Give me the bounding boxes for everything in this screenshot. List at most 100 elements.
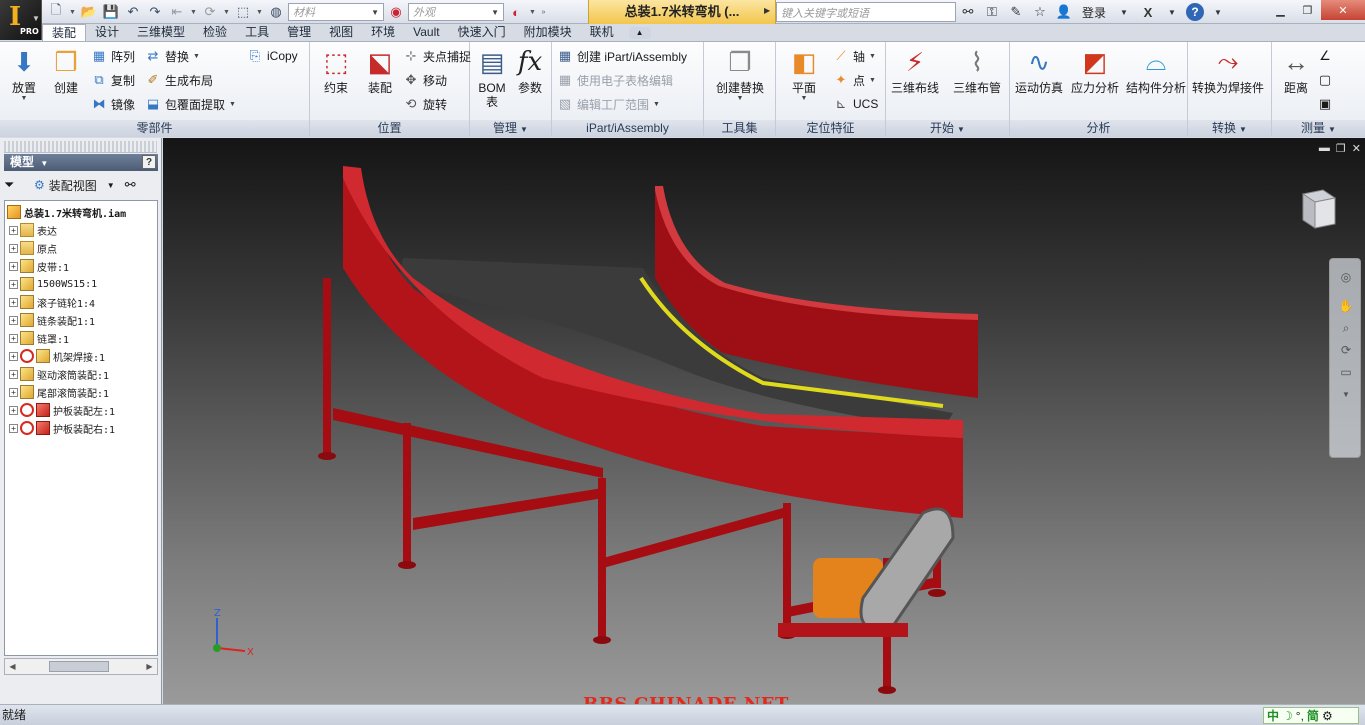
measure-area-button[interactable]: ▣ [1316, 94, 1337, 114]
scrollbar-thumb[interactable] [49, 661, 109, 672]
panel-begin-title[interactable]: 开始 ▼ [886, 120, 1009, 137]
tree-item[interactable]: + 护板装配右:1 [5, 419, 115, 437]
binoculars-icon[interactable]: ⚯ [125, 177, 136, 193]
graphics-window[interactable]: ▬ ❐ ✕ ◎ ✋ ⌕ ⟳ ▭ ▼ Z X [163, 138, 1365, 704]
tree-item[interactable]: + 护板装配左:1 [5, 401, 115, 419]
tree-item[interactable]: + 1500WS15:1 [5, 275, 97, 293]
return-icon[interactable]: ⇤ [167, 2, 187, 22]
chevron-right-icon[interactable]: ▶ [764, 6, 770, 15]
tree-item[interactable]: + 原点 [5, 239, 57, 257]
stress-analysis-button[interactable]: ◩ 应力分析 [1071, 46, 1119, 118]
constrain-button[interactable]: ⬚ 约束 [314, 46, 358, 118]
user-icon[interactable]: 👤 [1054, 2, 1074, 22]
scroll-right-icon[interactable]: ▶ [142, 659, 157, 674]
satellite-icon[interactable]: ✎ [1006, 2, 1026, 22]
expand-icon[interactable]: + [9, 261, 18, 271]
panel-convert-title[interactable]: 转换 ▼ [1188, 120, 1271, 137]
chevron-down-icon[interactable]: ▼ [1330, 383, 1362, 405]
chevron-down-icon[interactable]: ▼ [1114, 2, 1134, 22]
star-icon[interactable]: ☆ [1030, 2, 1050, 22]
copy-button[interactable]: ⧉ 复制 [90, 70, 135, 90]
tree-item[interactable]: + 表达 [5, 221, 57, 239]
panel-work-features-title[interactable]: 定位特征 [776, 120, 885, 137]
tab-online[interactable]: 联机 [581, 24, 623, 41]
viewcube[interactable] [1297, 186, 1337, 232]
make-layout-button[interactable]: ✐ 生成布局 [144, 70, 213, 90]
help-icon[interactable]: ? [142, 155, 156, 169]
panel-measure-title[interactable]: 测量 ▼ [1272, 120, 1365, 137]
clear-appearance-icon[interactable]: ◐ [506, 2, 526, 22]
expand-icon[interactable]: + [9, 405, 18, 415]
save-icon[interactable]: 💾 [101, 2, 121, 22]
ribbon-minimize-toggle[interactable]: ▲ [628, 27, 651, 39]
frame-analysis-button[interactable]: ⌓ 结构件分析 [1126, 46, 1186, 118]
tree-item[interactable]: + 链罩:1 [5, 329, 69, 347]
measure-angle-button[interactable]: ∠ [1316, 46, 1337, 66]
tab-add-ins[interactable]: 附加模块 [515, 24, 581, 41]
expand-icon[interactable]: + [9, 333, 18, 343]
create-substitute-button[interactable]: ❐ 创建替换 ▼ [716, 46, 764, 118]
move-button[interactable]: ✥ 移动 [402, 70, 447, 90]
tree-item[interactable]: + 驱动滚筒装配:1 [5, 365, 109, 383]
panel-manage-title[interactable]: 管理 ▼ [470, 120, 551, 137]
expand-icon[interactable]: + [9, 279, 18, 289]
login-link[interactable]: 登录 [1078, 4, 1110, 21]
parameters-button[interactable]: fx 参数 [508, 46, 552, 118]
edit-factory-scope-button[interactable]: ▧ 编辑工厂范围 ▼ [556, 94, 660, 114]
tab-design[interactable]: 设计 [86, 24, 128, 41]
chevron-down-icon[interactable]: ▼ [222, 9, 231, 16]
close-icon[interactable]: ✕ [1321, 0, 1365, 20]
orbit-icon[interactable]: ⟳ [1330, 339, 1362, 361]
tab-tools[interactable]: 工具 [236, 24, 278, 41]
new-file-icon[interactable]: 🗋 [46, 2, 66, 22]
color-wheel-icon[interactable]: ◍ [266, 2, 286, 22]
chevron-down-icon[interactable]: ▼ [68, 9, 77, 16]
look-at-icon[interactable]: ▭ [1330, 361, 1362, 383]
tree-item[interactable]: + 皮带:1 [5, 257, 69, 275]
grip-snap-button[interactable]: ⊹ 夹点捕捉 [402, 46, 471, 66]
tree-item[interactable]: + 链条装配1:1 [5, 311, 95, 329]
expand-icon[interactable]: + [9, 423, 18, 433]
ucs-button[interactable]: ⊾ UCS [832, 94, 879, 114]
undo-icon[interactable]: ↶ [123, 2, 143, 22]
browser-title-bar[interactable]: 模型 ▼ ? [4, 154, 158, 171]
measure-loop-button[interactable]: ▢ [1316, 70, 1337, 90]
expand-icon[interactable]: + [9, 351, 18, 361]
appearance-select[interactable]: 外观 ▼ [408, 3, 504, 21]
assembly-view-select[interactable]: 装配视图 [49, 177, 97, 194]
chevron-down-icon[interactable]: ▼ [528, 9, 537, 16]
panel-simulation-title[interactable]: 分析 [1010, 120, 1187, 137]
expand-icon[interactable]: + [9, 369, 18, 379]
update-icon[interactable]: ⟳ [200, 2, 220, 22]
filter-icon[interactable]: ⏷ [4, 177, 22, 193]
pan-hand-icon[interactable]: ✋ [1330, 295, 1362, 317]
redo-icon[interactable]: ↷ [145, 2, 165, 22]
convert-to-weldment-button[interactable]: ⤳ 转换为焊接件 [1192, 46, 1264, 118]
cable-harness-button[interactable]: ⚡ 三维布线 [891, 46, 939, 118]
exchange-x-icon[interactable]: X [1138, 2, 1158, 22]
create-ipart-button[interactable]: ▦ 创建 iPart/iAssembly [556, 46, 687, 66]
tree-item[interactable]: + 尾部滚筒装配:1 [5, 383, 109, 401]
chevron-down-icon[interactable]: ▼ [1208, 2, 1228, 22]
distance-button[interactable]: ↔ 距离 [1274, 46, 1318, 118]
mirror-button[interactable]: ⧓ 镜像 [90, 94, 136, 114]
edit-via-spreadsheet-button[interactable]: ▦ 使用电子表格编辑 [556, 70, 673, 90]
help-icon[interactable]: ? [1186, 3, 1205, 21]
tree-item-root[interactable]: 总装1.7米转弯机.iam [7, 203, 126, 221]
tube-pipe-button[interactable]: ⌇ 三维布管 [953, 46, 1001, 118]
tab-view[interactable]: 视图 [320, 24, 362, 41]
tab-manage[interactable]: 管理 [278, 24, 320, 41]
ime-indicator[interactable]: 中 ☽ °, 简 ⚙ [1263, 707, 1359, 724]
tab-vault[interactable]: Vault [404, 24, 448, 41]
rotate-button[interactable]: ⟲ 旋转 [402, 94, 447, 114]
steering-wheel-icon[interactable]: ◎ [1330, 259, 1362, 295]
zoom-icon[interactable]: ⌕ [1330, 317, 1362, 339]
assemble-button[interactable]: ⬕ 装配 [358, 46, 402, 118]
tab-inspect[interactable]: 检验 [194, 24, 236, 41]
material-select[interactable]: 材料 ▼ [288, 3, 384, 21]
expand-icon[interactable]: + [9, 225, 18, 235]
tab-assemble[interactable]: 装配 [42, 24, 87, 41]
replace-button[interactable]: ⇄ 替换 ▼ [144, 46, 200, 66]
browser-horizontal-scrollbar[interactable]: ◀ ▶ [4, 658, 158, 675]
key-icon[interactable]: ⚿ [982, 2, 1002, 22]
